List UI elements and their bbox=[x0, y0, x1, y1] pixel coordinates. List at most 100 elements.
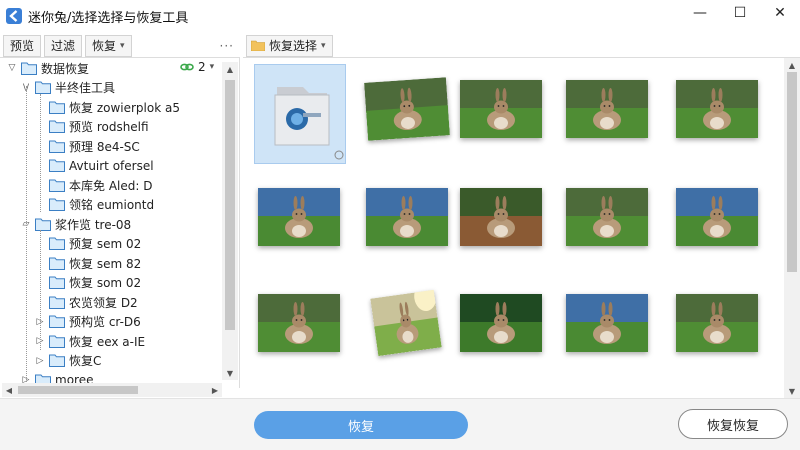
tree-item-label: 预复 sem 02 bbox=[69, 237, 142, 251]
rabbit-photo-thumbnail[interactable] bbox=[566, 294, 648, 352]
folder-icon bbox=[49, 101, 65, 114]
recover-dropdown-button[interactable]: 恢复 bbox=[85, 34, 132, 57]
tree-item[interactable]: Avtuirt ofersel bbox=[34, 156, 154, 176]
rabbit-photo-thumbnail[interactable] bbox=[364, 77, 450, 141]
rabbit-photo-thumbnail[interactable] bbox=[460, 294, 542, 352]
tree-item[interactable]: ▽ 数据恢复 bbox=[6, 58, 89, 78]
tree-item[interactable]: 本库免 Aled: D bbox=[34, 175, 152, 195]
tree-item[interactable]: 预览 rodshelfi bbox=[34, 117, 149, 137]
rabbit-photo-thumbnail[interactable] bbox=[676, 80, 758, 138]
preview-button[interactable]: 预览 bbox=[3, 34, 42, 57]
rabbit-photo-thumbnail[interactable] bbox=[460, 80, 542, 138]
tree-item[interactable]: 预复 sem 02 bbox=[34, 234, 141, 254]
tree-item[interactable]: 恢复 sem 82 bbox=[34, 253, 141, 273]
tree-item[interactable]: \/半终佳工具 bbox=[20, 78, 115, 98]
more-options-button[interactable]: ··· bbox=[220, 39, 234, 53]
recover-dropdown-label: 恢复 bbox=[92, 39, 117, 53]
folder-icon bbox=[49, 198, 65, 211]
grid-vertical-scrollbar[interactable]: ▲ ▼ bbox=[784, 58, 800, 398]
rabbit-image bbox=[370, 289, 442, 357]
tree-item[interactable]: 领铭 eumiontd bbox=[34, 195, 154, 215]
tree-item-label: Avtuirt ofersel bbox=[69, 158, 154, 173]
rabbit-image bbox=[258, 294, 340, 352]
rabbit-photo-thumbnail[interactable] bbox=[258, 294, 340, 352]
tree-item[interactable]: ▱ 浆作览 tre-08 bbox=[20, 214, 132, 234]
rabbit-photo-thumbnail[interactable] bbox=[676, 188, 758, 246]
tree-guide-line bbox=[40, 230, 41, 350]
rabbit-image bbox=[258, 188, 340, 246]
window-controls: — ☐ ✕ bbox=[680, 0, 800, 32]
scroll-thumb[interactable] bbox=[225, 80, 235, 330]
expand-toggle-icon[interactable]: ▷ bbox=[34, 355, 46, 367]
tree-horizontal-scrollbar[interactable]: ◀ ▶ bbox=[2, 383, 222, 397]
tree-item[interactable]: ▷ 预构览 cr-D6 bbox=[34, 312, 141, 332]
app-logo-icon bbox=[6, 8, 22, 24]
rabbit-photo-thumbnail[interactable] bbox=[460, 188, 542, 246]
thumbnail-grid bbox=[244, 58, 784, 398]
rabbit-photo-thumbnail[interactable] bbox=[566, 80, 648, 138]
folder-icon bbox=[49, 354, 65, 367]
filter-button[interactable]: 过滤 bbox=[44, 34, 83, 57]
folder-icon bbox=[35, 218, 51, 231]
rabbit-image bbox=[676, 188, 758, 246]
recover-to-button[interactable]: 恢复恢复 bbox=[678, 409, 788, 439]
expand-toggle-icon[interactable]: ▽ bbox=[6, 62, 18, 74]
close-button[interactable]: ✕ bbox=[760, 0, 800, 26]
tree-item-label: 恢复C bbox=[69, 354, 102, 368]
link-icon bbox=[180, 63, 194, 71]
tree-item[interactable]: ▷ 恢复 eex a-IE bbox=[34, 331, 146, 351]
rabbit-photo-thumbnail[interactable] bbox=[366, 188, 448, 246]
selected-file-thumbnail[interactable] bbox=[254, 64, 346, 164]
rabbit-photo-thumbnail[interactable] bbox=[370, 289, 442, 357]
tree-item-label: 半终佳工具 bbox=[55, 81, 116, 95]
rabbit-image bbox=[566, 80, 648, 138]
tree-item[interactable]: ▷ 恢复C bbox=[34, 351, 102, 371]
scroll-down-icon[interactable]: ▼ bbox=[784, 384, 800, 398]
folder-file-icon bbox=[274, 87, 344, 160]
right-toolbar: 恢复选择 ▾ bbox=[243, 34, 800, 58]
tree-count-dropdown[interactable]: 2 ▾ bbox=[180, 60, 214, 74]
folder-icon bbox=[49, 179, 65, 192]
tree-item-label: 浆作览 tre-08 bbox=[55, 217, 132, 232]
folder-icon bbox=[49, 159, 65, 172]
scroll-left-icon[interactable]: ◀ bbox=[2, 383, 16, 397]
scroll-up-icon[interactable]: ▲ bbox=[222, 62, 238, 76]
tree-item-label: 预构览 cr-D6 bbox=[69, 315, 141, 329]
folder-icon bbox=[35, 81, 51, 94]
tree-item-label: 预理 8e4-SC bbox=[69, 139, 140, 154]
rabbit-image bbox=[566, 188, 648, 246]
tree-guide-line bbox=[40, 94, 41, 212]
scroll-up-icon[interactable]: ▲ bbox=[784, 58, 800, 72]
chevron-down-icon: ▾ bbox=[209, 62, 215, 72]
recover-button[interactable]: 恢复 bbox=[254, 411, 468, 439]
folder-icon bbox=[49, 276, 65, 289]
rabbit-photo-thumbnail[interactable] bbox=[258, 188, 340, 246]
tree-item-label: 恢复 eex a-IE bbox=[69, 334, 146, 349]
scroll-thumb[interactable] bbox=[18, 386, 138, 394]
tree-item[interactable]: 恢复 zowierplok a5 bbox=[34, 97, 180, 117]
folder-icon bbox=[49, 296, 65, 309]
scroll-right-icon[interactable]: ▶ bbox=[208, 383, 222, 397]
tree-item-label: 本库免 Aled: D bbox=[69, 178, 153, 193]
scroll-down-icon[interactable]: ▼ bbox=[222, 366, 238, 380]
rabbit-image bbox=[676, 294, 758, 352]
maximize-button[interactable]: ☐ bbox=[720, 0, 760, 26]
tree-item[interactable]: 恢复 som 02 bbox=[34, 273, 141, 293]
rabbit-photo-thumbnail[interactable] bbox=[676, 294, 758, 352]
scroll-thumb[interactable] bbox=[787, 72, 797, 272]
tree-vertical-scrollbar[interactable]: ▲ ▼ bbox=[222, 62, 238, 380]
left-toolbar: 预览 过滤 恢复 ··· bbox=[0, 34, 240, 58]
rabbit-photo-thumbnail[interactable] bbox=[566, 188, 648, 246]
folder-icon bbox=[49, 257, 65, 270]
tree-item-label: 农览领复 D2 bbox=[69, 295, 138, 310]
tree-item[interactable]: 预理 8e4-SC bbox=[34, 136, 140, 156]
minimize-button[interactable]: — bbox=[680, 0, 720, 26]
folder-icon bbox=[21, 62, 37, 75]
rabbit-image bbox=[676, 80, 758, 138]
chevron-down-icon: ▾ bbox=[321, 40, 326, 51]
tree-item-label: 数据恢复 bbox=[41, 61, 90, 76]
tree-item[interactable]: 农览领复 D2 bbox=[34, 292, 138, 312]
tree-item-label: 恢复 zowierplok a5 bbox=[69, 100, 180, 115]
recover-selection-dropdown[interactable]: 恢复选择 ▾ bbox=[246, 34, 333, 57]
folder-icon bbox=[49, 237, 65, 250]
